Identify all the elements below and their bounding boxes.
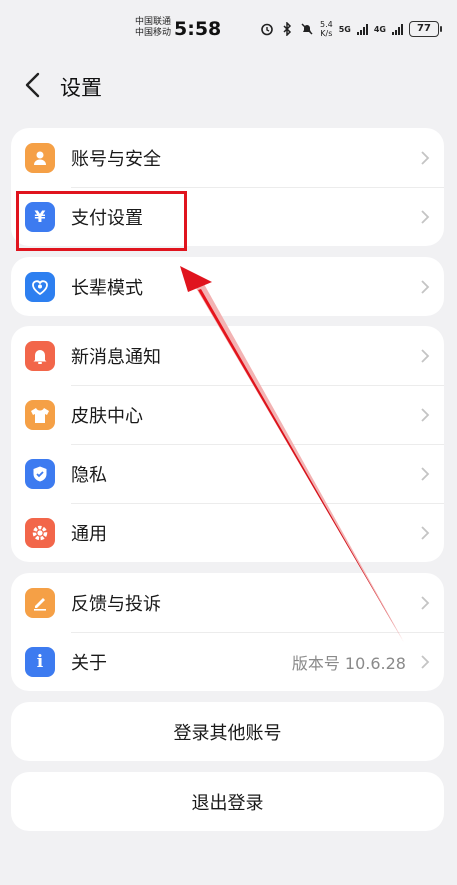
chevron-right-icon xyxy=(420,525,430,541)
signal-icon xyxy=(356,23,368,35)
settings-item-label: 新消息通知 xyxy=(71,346,161,368)
clock: 5:58 xyxy=(174,18,222,40)
chevron-right-icon xyxy=(420,595,430,611)
status-bar: 中国联通 中国移动 5:58 5.4 K/s 5G 4G 77 xyxy=(0,0,457,58)
net-type-2: 4G xyxy=(373,24,386,34)
logout-button[interactable]: 退出登录 xyxy=(11,772,444,831)
settings-item-notifications[interactable]: 新消息通知 xyxy=(11,326,444,385)
chevron-right-icon xyxy=(420,348,430,364)
heart-icon xyxy=(25,271,55,302)
status-icons: 5.4 K/s 5G 4G 77 xyxy=(260,18,442,40)
settings-group-elder: 长辈模式 xyxy=(11,257,444,316)
bell-icon xyxy=(25,340,55,371)
person-icon xyxy=(25,142,55,173)
shirt-icon xyxy=(25,399,55,430)
speed-value: 5.4 xyxy=(319,20,333,29)
back-arrow-icon[interactable] xyxy=(18,70,48,100)
speed-unit: K/s xyxy=(320,29,333,38)
carrier-2: 中国移动 xyxy=(135,28,172,38)
settings-group-about: 反馈与投诉 i 关于 版本号 10.6.28 xyxy=(11,573,444,691)
bluetooth-icon xyxy=(280,22,294,36)
switch-account-button[interactable]: 登录其他账号 xyxy=(11,702,444,761)
net-type-1: 5G xyxy=(338,24,351,34)
settings-item-label: 长辈模式 xyxy=(71,277,143,299)
alarm-icon xyxy=(260,22,274,36)
highlight-box xyxy=(16,191,187,251)
settings-item-general[interactable]: 通用 xyxy=(11,503,444,562)
shield-icon xyxy=(25,458,55,489)
carrier-info: 中国联通 中国移动 xyxy=(135,17,171,39)
settings-item-skin-center[interactable]: 皮肤中心 xyxy=(11,385,444,444)
mute-icon xyxy=(300,22,314,36)
header: 设置 xyxy=(0,60,457,112)
version-text: 版本号 10.6.28 xyxy=(291,653,406,673)
gear-icon xyxy=(25,517,55,548)
settings-item-about[interactable]: i 关于 版本号 10.6.28 xyxy=(11,632,444,691)
pencil-icon xyxy=(25,587,55,618)
carrier-1: 中国联通 xyxy=(135,17,172,27)
chevron-right-icon xyxy=(420,466,430,482)
settings-item-label: 账号与安全 xyxy=(71,148,161,170)
signal-icon-2 xyxy=(392,23,403,35)
network-speed: 5.4 K/s xyxy=(320,20,333,38)
chevron-right-icon xyxy=(420,654,430,670)
settings-item-label: 反馈与投诉 xyxy=(71,593,161,615)
chevron-right-icon xyxy=(420,407,430,423)
settings-item-privacy[interactable]: 隐私 xyxy=(11,444,444,503)
settings-item-account-security[interactable]: 账号与安全 xyxy=(11,128,444,187)
page-title: 设置 xyxy=(60,76,102,100)
settings-item-label: 隐私 xyxy=(71,464,107,486)
info-icon: i xyxy=(25,646,55,677)
settings-item-elder-mode[interactable]: 长辈模式 xyxy=(11,257,444,316)
chevron-right-icon xyxy=(420,150,430,166)
settings-group-general: 新消息通知 皮肤中心 隐私 通用 xyxy=(11,326,444,562)
chevron-right-icon xyxy=(420,279,430,295)
settings-item-label: 关于 xyxy=(71,652,107,674)
settings-item-label: 通用 xyxy=(71,523,107,545)
battery-icon: 77 xyxy=(409,21,442,37)
chevron-right-icon xyxy=(420,209,430,225)
settings-item-feedback[interactable]: 反馈与投诉 xyxy=(11,573,444,632)
settings-item-label: 皮肤中心 xyxy=(71,405,143,427)
